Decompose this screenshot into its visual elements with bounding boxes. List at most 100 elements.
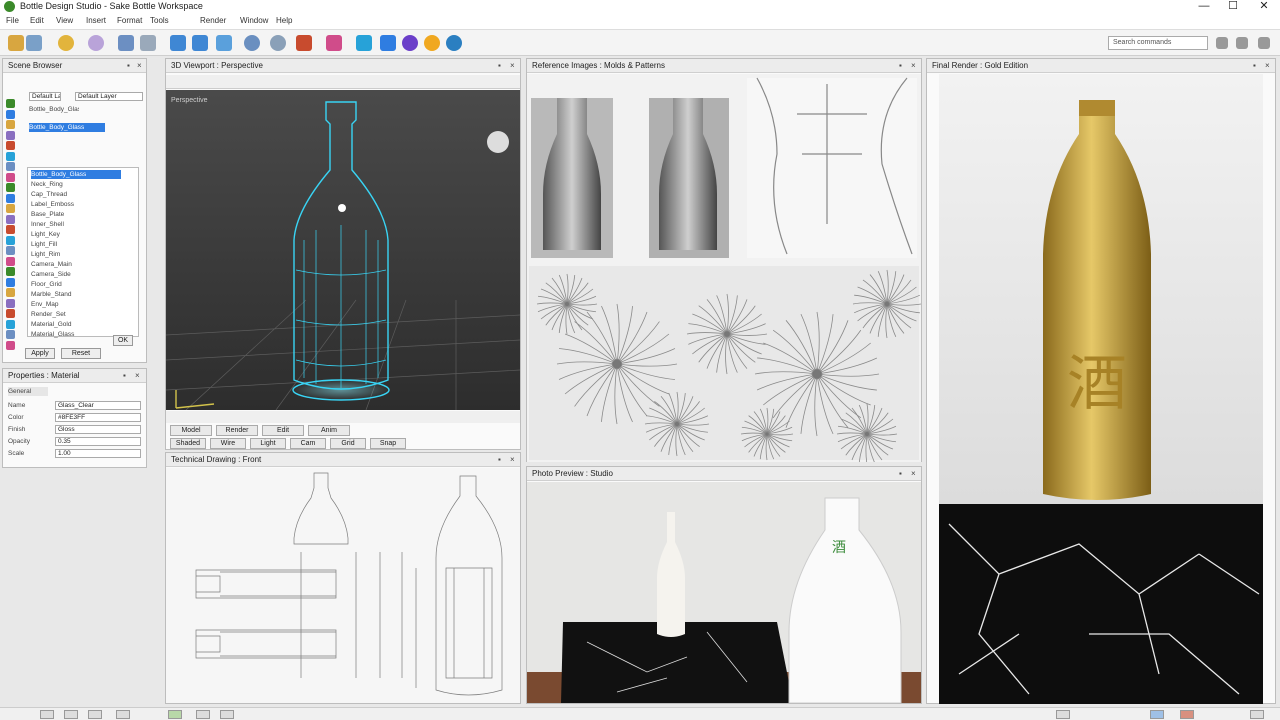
- tree-item[interactable]: Light_Fill: [31, 240, 121, 249]
- reset-button[interactable]: Reset: [61, 348, 101, 359]
- scale-icon[interactable]: [216, 35, 232, 51]
- status-settings-icon[interactable]: [1250, 710, 1264, 719]
- menu-view[interactable]: View: [56, 16, 73, 25]
- viewport-subtab[interactable]: Wire: [210, 438, 246, 449]
- viewport-canvas[interactable]: Perspective: [166, 90, 520, 410]
- menu-tools[interactable]: Tools: [150, 16, 169, 25]
- viewport-subtab[interactable]: Cam: [290, 438, 326, 449]
- product-close-icon[interactable]: ×: [1265, 59, 1270, 72]
- menu-insert[interactable]: Insert: [86, 16, 106, 25]
- tool-icon[interactable]: [6, 214, 15, 224]
- paint-bucket-icon[interactable]: [296, 35, 312, 51]
- tree-item[interactable]: Bottle_Body_Glass: [31, 170, 121, 179]
- tree-item[interactable]: Inner_Shell: [31, 220, 121, 229]
- tree-selected-item[interactable]: Bottle_Body_Glass: [29, 123, 105, 132]
- tree-item[interactable]: Cap_Thread: [31, 190, 121, 199]
- save-icon[interactable]: [26, 35, 42, 51]
- panel-pin-icon[interactable]: ▪: [127, 59, 130, 72]
- ok-button[interactable]: OK: [113, 335, 133, 346]
- tool-icon[interactable]: [6, 340, 15, 350]
- tree-item[interactable]: Marble_Stand: [31, 290, 121, 299]
- tool-icon[interactable]: [6, 130, 15, 140]
- menu-edit[interactable]: Edit: [30, 16, 44, 25]
- status-sync-icon[interactable]: [1150, 710, 1164, 719]
- target-icon[interactable]: [270, 35, 286, 51]
- status-snap-icon[interactable]: [64, 710, 78, 719]
- property-value-field[interactable]: 1.00: [55, 449, 141, 458]
- minimize-button[interactable]: —: [1190, 0, 1218, 13]
- tool-icon[interactable]: [6, 277, 15, 287]
- tool-icon[interactable]: [6, 109, 15, 119]
- tool-icon[interactable]: [6, 183, 15, 192]
- status-view-icon[interactable]: [220, 710, 234, 719]
- tool-icon[interactable]: [6, 319, 15, 329]
- apply-button[interactable]: Apply: [25, 348, 55, 359]
- drawing-close-icon[interactable]: ×: [510, 453, 515, 466]
- property-value-field[interactable]: Gloss: [55, 425, 141, 434]
- status-layer-icon[interactable]: [196, 710, 210, 719]
- tool-icon[interactable]: [6, 162, 15, 171]
- tool-icon[interactable]: [6, 99, 15, 108]
- tool-icon[interactable]: [6, 120, 15, 129]
- layers-icon[interactable]: [356, 35, 372, 51]
- pen-icon[interactable]: [170, 35, 186, 51]
- status-alert-icon[interactable]: [1180, 710, 1194, 719]
- close-button[interactable]: ✕: [1250, 0, 1278, 13]
- property-value-field[interactable]: #8FE3FF: [55, 413, 141, 422]
- tree-item[interactable]: Light_Key: [31, 230, 121, 239]
- menu-format[interactable]: Format: [117, 16, 142, 25]
- close-toolbar-icon[interactable]: [1258, 37, 1270, 49]
- tool-icon[interactable]: [6, 298, 15, 308]
- tree-item[interactable]: Camera_Main: [31, 260, 121, 269]
- photo-pin-icon[interactable]: ▪: [899, 467, 902, 480]
- viewport-tab[interactable]: Edit: [262, 425, 304, 436]
- tool-icon[interactable]: [6, 256, 15, 266]
- tree-item[interactable]: Floor_Grid: [31, 280, 121, 289]
- rotate-icon[interactable]: [192, 35, 208, 51]
- material-icon[interactable]: [402, 35, 418, 51]
- image-icon[interactable]: [380, 35, 396, 51]
- references-close-icon[interactable]: ×: [911, 59, 916, 72]
- tool-icon[interactable]: [6, 151, 15, 161]
- status-render-icon[interactable]: [168, 710, 182, 719]
- status-polar-icon[interactable]: [116, 710, 130, 719]
- viewport-tab[interactable]: Anim: [308, 425, 350, 436]
- layer-select[interactable]: Default Layer: [75, 92, 143, 101]
- tool-icon[interactable]: [6, 225, 15, 234]
- viewport-subtab[interactable]: Grid: [330, 438, 366, 449]
- tool-icon[interactable]: [6, 288, 15, 297]
- menu-file[interactable]: File: [6, 16, 19, 25]
- light-icon[interactable]: [424, 35, 440, 51]
- viewport-subtab[interactable]: Snap: [370, 438, 406, 449]
- tool-icon[interactable]: [6, 246, 15, 255]
- property-value-field[interactable]: 0.35: [55, 437, 141, 446]
- move-icon[interactable]: [140, 35, 156, 51]
- drawing-pin-icon[interactable]: ▪: [498, 453, 501, 466]
- status-zoom-icon[interactable]: [1056, 710, 1070, 719]
- open-folder-icon[interactable]: [58, 35, 74, 51]
- help-icon[interactable]: [1236, 37, 1248, 49]
- viewport-tab[interactable]: Model: [170, 425, 212, 436]
- render-icon[interactable]: [446, 35, 462, 51]
- references-pin-icon[interactable]: ▪: [899, 59, 902, 72]
- properties-pin-icon[interactable]: ▪: [123, 369, 126, 382]
- status-ortho-icon[interactable]: [88, 710, 102, 719]
- viewport-subtab[interactable]: Light: [250, 438, 286, 449]
- search-input[interactable]: Search commands: [1108, 36, 1208, 50]
- tree-item[interactable]: Camera_Side: [31, 270, 121, 279]
- menu-render[interactable]: Render: [200, 16, 226, 25]
- globe-icon[interactable]: [244, 35, 260, 51]
- sphere-icon[interactable]: [88, 35, 104, 51]
- photo-close-icon[interactable]: ×: [911, 467, 916, 480]
- cube-icon[interactable]: [118, 35, 134, 51]
- tree-item[interactable]: Render_Set: [31, 310, 121, 319]
- properties-close-icon[interactable]: ×: [135, 369, 140, 382]
- tree-item[interactable]: Label_Emboss: [31, 200, 121, 209]
- palette-icon[interactable]: [326, 35, 342, 51]
- menu-window[interactable]: Window: [240, 16, 268, 25]
- tool-icon[interactable]: [6, 267, 15, 276]
- tree-item[interactable]: Material_Glass: [31, 330, 121, 339]
- viewport-pin-icon[interactable]: ▪: [498, 59, 501, 72]
- tool-icon[interactable]: [6, 330, 15, 339]
- tool-icon[interactable]: [6, 193, 15, 203]
